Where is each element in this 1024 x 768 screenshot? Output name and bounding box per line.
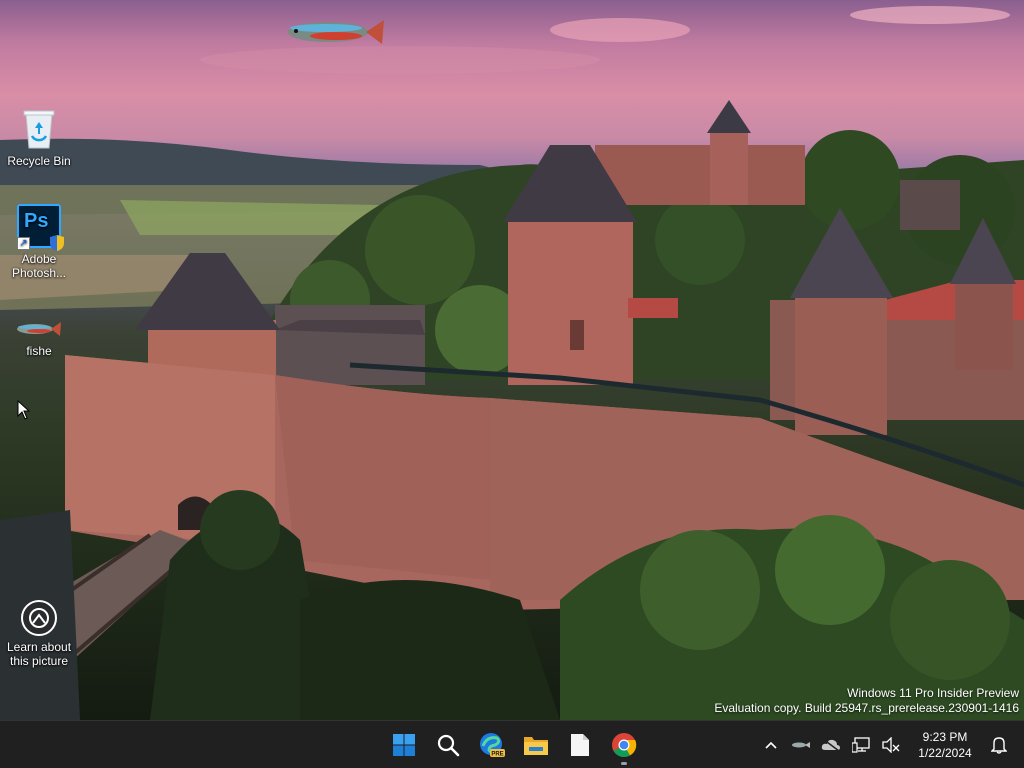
desktop-wallpaper xyxy=(0,0,1024,720)
document-icon xyxy=(571,734,589,756)
mouse-cursor-icon xyxy=(17,400,31,420)
photoshop-label: Adobe Photosh... xyxy=(11,252,67,280)
search-icon xyxy=(437,734,460,757)
search-button[interactable] xyxy=(426,721,470,768)
learn-about-picture-label: Learn about this picture xyxy=(6,640,72,668)
desktop-icon-learn-about-picture[interactable]: Learn about this picture xyxy=(0,600,78,668)
clock-time: 9:23 PM xyxy=(922,730,968,744)
desktop-icon-fishe[interactable]: fishe xyxy=(0,318,78,358)
start-button[interactable] xyxy=(382,721,426,768)
taskbar: PRE 9:23 PM 1/22/2024 xyxy=(0,720,1024,768)
recycle-bin-label: Recycle Bin xyxy=(7,154,71,168)
notepad-button[interactable] xyxy=(558,721,602,768)
edge-preview-button[interactable]: PRE xyxy=(470,721,514,768)
network-button[interactable] xyxy=(846,721,876,768)
chrome-icon xyxy=(612,733,637,758)
desktop-icon-photoshop[interactable]: Ps ↗ Adobe Photosh... xyxy=(0,204,78,280)
watermark-line-2: Evaluation copy. Build 25947.rs_prerelea… xyxy=(714,701,1019,715)
shortcut-arrow-icon: ↗ xyxy=(17,237,30,250)
fish-sprite-icon xyxy=(288,20,384,44)
clock-button[interactable]: 9:23 PM 1/22/2024 xyxy=(910,729,980,761)
photoshop-icon: Ps ↗ xyxy=(17,204,64,251)
clock-date: 1/22/2024 xyxy=(918,746,972,760)
taskbar-pinned-apps: PRE xyxy=(382,721,646,768)
windows-start-icon xyxy=(393,734,415,756)
edge-preview-icon: PRE xyxy=(480,733,505,758)
speaker-muted-icon xyxy=(882,737,900,753)
tray-fishe-button[interactable] xyxy=(786,721,816,768)
notifications-button[interactable] xyxy=(984,721,1014,768)
uac-shield-icon xyxy=(50,235,64,251)
desktop-icon-recycle-bin[interactable]: Recycle Bin xyxy=(0,108,78,168)
file-explorer-button[interactable] xyxy=(514,721,558,768)
recycle-bin-icon xyxy=(21,108,57,150)
system-tray: 9:23 PM 1/22/2024 xyxy=(756,721,1024,768)
cloud-icon xyxy=(821,738,840,752)
photoshop-badge: Ps xyxy=(24,210,49,232)
windows-evaluation-watermark: Windows 11 Pro Insider Preview Evaluatio… xyxy=(714,686,1019,716)
running-indicator xyxy=(621,762,627,765)
chrome-button[interactable] xyxy=(602,721,646,768)
fish-icon xyxy=(792,742,810,748)
chevron-up-icon xyxy=(765,741,777,749)
volume-button[interactable] xyxy=(876,721,906,768)
watermark-line-1: Windows 11 Pro Insider Preview xyxy=(847,686,1019,700)
fishe-label: fishe xyxy=(26,344,52,358)
castle-landscape-image xyxy=(0,6,1024,720)
camera-icon xyxy=(21,600,57,636)
bell-icon xyxy=(991,737,1007,754)
folder-icon xyxy=(524,737,548,755)
show-hidden-icons-button[interactable] xyxy=(756,721,786,768)
network-icon xyxy=(852,737,870,753)
onedrive-button[interactable] xyxy=(816,721,846,768)
fish-icon xyxy=(15,318,63,340)
edge-pre-badge: PRE xyxy=(491,752,503,758)
